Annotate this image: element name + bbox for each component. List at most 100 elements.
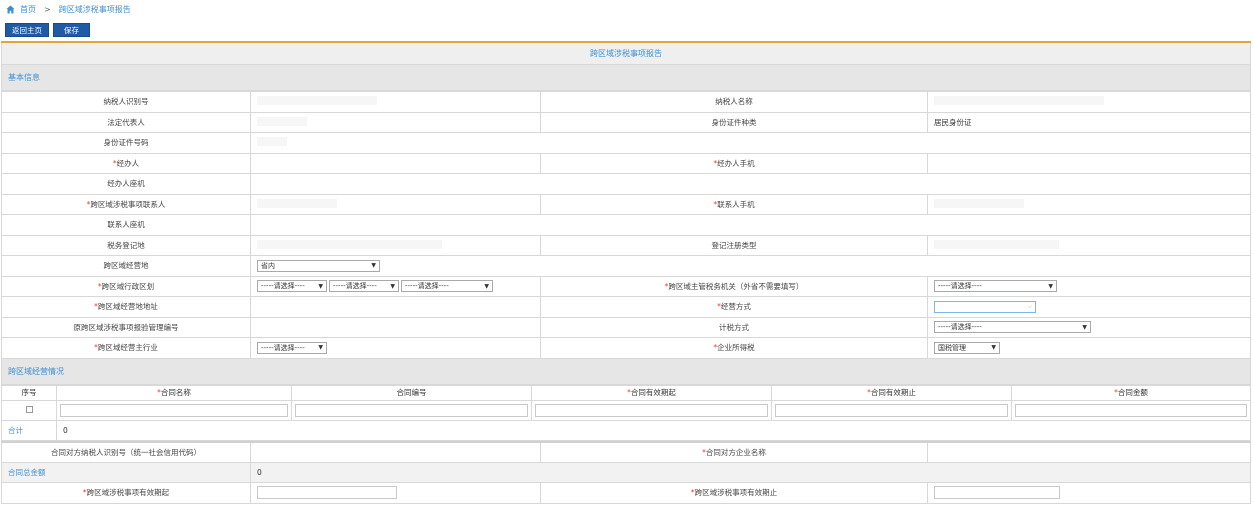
save-button[interactable]: 保存 <box>53 23 90 37</box>
value-taxpayer-id <box>250 91 541 113</box>
value-cross-region: 省内 ▼ <box>250 255 1251 277</box>
bottom-table: 合同对方纳税人识别号（统一社会信用代码） *合同对方企业名称 合同总金额 0 *… <box>1 440 1251 504</box>
section-ops: 跨区域经营情况 <box>1 358 1251 385</box>
label-valid-to: *跨区域涉税事项有效期止 <box>540 482 928 504</box>
contract-name-input[interactable] <box>60 403 288 417</box>
toolbar: 返回主页 保存 <box>0 19 1253 41</box>
chevron-down-icon: ▼ <box>484 282 489 290</box>
home-icon[interactable] <box>6 5 15 14</box>
label-biz-mode: *经营方式 <box>540 296 928 318</box>
label-income-tax: *企业所得税 <box>540 337 928 359</box>
value-handler <box>250 152 541 174</box>
breadcrumb-current: 跨区域涉税事项报告 <box>58 5 131 14</box>
label-handler-mobile: *经办人手机 <box>540 152 928 174</box>
label-id-type: 身份证件种类 <box>540 111 928 133</box>
chevron-down-icon: ▼ <box>1082 323 1087 331</box>
label-legal-rep: 法定代表人 <box>1 111 251 133</box>
total-value: 0 <box>56 419 1251 441</box>
value-valid-to <box>927 482 1251 504</box>
label-valid-from: *跨区域涉税事项有效期起 <box>1 482 251 504</box>
label-counterparty-id: 合同对方纳税人识别号（统一社会信用代码） <box>1 441 251 463</box>
value-handler-phone <box>250 173 1251 195</box>
label-id-number: 身份证件号码 <box>1 132 251 154</box>
label-contact-mobile: *联系人手机 <box>540 193 928 215</box>
value-taxpayer-name <box>927 91 1251 113</box>
main-industry-select[interactable]: -----请选择---- ▼ <box>257 341 327 354</box>
valid-from-input[interactable] <box>257 486 397 500</box>
label-taxpayer-id: 纳税人识别号 <box>1 91 251 113</box>
valid-to-input[interactable] <box>934 486 1060 500</box>
label-admin-division: *跨区域行政区划 <box>1 275 251 297</box>
label-main-industry: *跨区域经营主行业 <box>1 337 251 359</box>
value-biz-mode: ⌵ <box>927 296 1251 318</box>
district-select[interactable]: -----请选择---- ▼ <box>401 280 493 293</box>
label-handler-phone: 经办人座机 <box>1 173 251 195</box>
contract-end-input[interactable] <box>775 403 1008 417</box>
total-amount-label: 合同总金额 <box>1 461 251 483</box>
value-id-number <box>250 132 1251 154</box>
chevron-down-icon: ▼ <box>318 344 323 352</box>
label-taxpayer-name: 纳税人名称 <box>540 91 928 113</box>
label-counterparty-name: *合同对方企业名称 <box>540 441 928 463</box>
label-tax-authority: *跨区域主管税务机关（外省不需要填写） <box>540 275 928 297</box>
form-title: 跨区域涉税事项报告 <box>1 43 1251 65</box>
value-counterparty-id[interactable] <box>250 441 541 463</box>
value-tax-reg-addr <box>250 234 541 256</box>
chevron-down-icon: ▼ <box>991 344 996 352</box>
value-orig-report-no[interactable] <box>250 316 541 338</box>
col-contract-start: *合同有效期起 <box>531 384 772 401</box>
label-orig-report-no: 原跨区域涉税事项报验管理编号 <box>1 316 251 338</box>
label-reg-type: 登记注册类型 <box>540 234 928 256</box>
income-tax-select[interactable]: 国税管理 ▼ <box>934 341 1000 354</box>
total-amount-value: 0 <box>250 461 1251 483</box>
table-row <box>1 399 1251 421</box>
value-legal-rep <box>250 111 541 133</box>
label-biz-addr: *跨区域经营地地址 <box>1 296 251 318</box>
tax-authority-select[interactable]: -----请选择---- ▼ <box>934 280 1057 293</box>
value-reg-type <box>927 234 1251 256</box>
value-handler-mobile <box>927 152 1251 174</box>
value-id-type: 居民身份证 <box>927 111 1251 133</box>
label-tax-method: 计税方式 <box>540 316 928 338</box>
value-biz-addr[interactable] <box>250 296 541 318</box>
breadcrumb-separator: > <box>44 5 51 14</box>
report-form: 跨区域涉税事项报告 基本信息 纳税人识别号 纳税人名称 法定代表人 身份证件种类… <box>1 41 1251 504</box>
value-contact <box>250 193 541 215</box>
value-contact-mobile <box>927 193 1251 215</box>
value-counterparty-name[interactable] <box>927 441 1251 463</box>
tax-method-select[interactable]: -----请选择---- ▼ <box>934 321 1091 334</box>
value-income-tax: 国税管理 ▼ <box>927 337 1251 359</box>
chevron-down-icon: ▼ <box>1048 282 1053 290</box>
label-contact: *跨区域涉税事项联系人 <box>1 193 251 215</box>
label-handler: *经办人 <box>1 152 251 174</box>
biz-mode-select[interactable]: ⌵ <box>934 300 1036 313</box>
total-label: 合计 <box>1 419 57 441</box>
chevron-down-icon: ▼ <box>371 262 376 270</box>
city-select[interactable]: -----请选择---- ▼ <box>329 280 399 293</box>
breadcrumb: 首页 > 跨区域涉税事项报告 <box>0 0 1253 19</box>
value-main-industry: -----请选择---- ▼ <box>250 337 541 359</box>
contracts-table: 序号 *合同名称 合同编号 *合同有效期起 *合同有效期止 *合同金额 合计 0 <box>1 384 1251 441</box>
cross-region-select[interactable]: 省内 ▼ <box>257 259 380 272</box>
breadcrumb-home-link[interactable]: 首页 <box>20 4 36 15</box>
contract-code-input[interactable] <box>295 403 528 417</box>
label-contact-phone: 联系人座机 <box>1 214 251 236</box>
chevron-down-icon: ⌵ <box>1027 302 1032 310</box>
label-tax-reg-addr: 税务登记地 <box>1 234 251 256</box>
col-contract-amount: *合同金额 <box>1011 384 1251 401</box>
value-contact-phone <box>250 214 1251 236</box>
col-contract-code: 合同编号 <box>291 384 532 401</box>
contract-amount-input[interactable] <box>1015 403 1247 417</box>
label-cross-region: 跨区域经营地 <box>1 255 251 277</box>
row-checkbox[interactable] <box>25 405 33 413</box>
value-valid-from <box>250 482 541 504</box>
contract-start-input[interactable] <box>535 403 768 417</box>
province-select[interactable]: -----请选择---- ▼ <box>257 280 327 293</box>
section-basic-info: 基本信息 <box>1 65 1251 91</box>
col-contract-end: *合同有效期止 <box>771 384 1012 401</box>
col-contract-name: *合同名称 <box>56 384 292 401</box>
value-tax-method: -----请选择---- ▼ <box>927 316 1251 338</box>
chevron-down-icon: ▼ <box>318 282 323 290</box>
back-home-button[interactable]: 返回主页 <box>5 23 49 37</box>
basic-info-table: 纳税人识别号 纳税人名称 法定代表人 身份证件种类 居民身份证 身份证件号码 *… <box>1 91 1251 359</box>
